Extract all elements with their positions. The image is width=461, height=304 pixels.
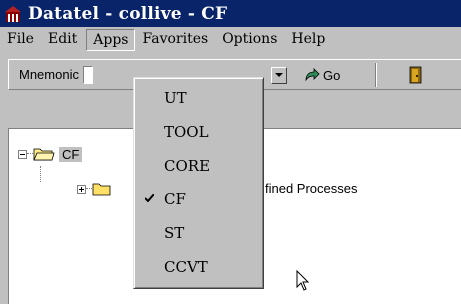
menu-options[interactable]: Options: [215, 29, 284, 50]
tree-child-label[interactable]: fined Processes: [265, 181, 358, 196]
tree-child-row[interactable]: [77, 181, 112, 197]
menu-file[interactable]: File: [0, 29, 41, 50]
go-button-label: Go: [323, 67, 341, 83]
apps-menu-label: CF: [164, 189, 186, 208]
apps-menu-item-tool[interactable]: TOOL: [134, 116, 263, 147]
tree-connector: [40, 166, 42, 182]
datatel-app-icon: [5, 5, 21, 22]
title-bar[interactable]: Datatel - collive - CF: [0, 0, 461, 27]
menu-favorites[interactable]: Favorites: [135, 29, 215, 50]
mnemonic-dropdown-button[interactable]: [271, 67, 287, 84]
menu-help[interactable]: Help: [284, 29, 332, 50]
apps-menu-item-ut[interactable]: UT: [134, 82, 263, 113]
apps-menu-item-cf[interactable]: CF: [134, 183, 263, 214]
checkmark-icon: [134, 191, 164, 206]
door-icon[interactable]: [407, 66, 425, 84]
mnemonic-label: Mnemonic: [19, 67, 79, 82]
apps-menu-label: ST: [164, 223, 185, 242]
go-button[interactable]: Go: [304, 64, 340, 86]
toolbar-separator: [375, 63, 377, 87]
apps-menu-label: CORE: [164, 156, 211, 175]
apps-menu-label: TOOL: [164, 122, 209, 141]
apps-menu-label: UT: [164, 88, 187, 107]
apps-menu-item-core[interactable]: CORE: [134, 150, 263, 181]
chevron-down-icon: [275, 73, 283, 77]
tree-root-row[interactable]: CF: [18, 146, 83, 162]
menu-edit[interactable]: Edit: [41, 29, 84, 50]
menu-apps[interactable]: Apps: [86, 28, 136, 51]
apps-menu-label: CCVT: [164, 257, 208, 276]
apps-menu-item-ccvt[interactable]: CCVT: [134, 251, 263, 282]
go-arrow-icon: [305, 68, 320, 82]
folder-icon: [92, 183, 111, 196]
mnemonic-input[interactable]: [82, 65, 93, 84]
collapse-icon[interactable]: [18, 149, 27, 159]
folder-open-icon: [33, 148, 55, 161]
tree-root-label[interactable]: CF: [59, 146, 83, 162]
apps-dropdown-menu: UT TOOL CORE CF ST CCVT: [133, 77, 264, 289]
window-title: Datatel - collive - CF: [28, 3, 228, 24]
app-window: Datatel - collive - CF File Edit Apps Fa…: [0, 0, 461, 304]
apps-menu-item-st[interactable]: ST: [134, 217, 263, 248]
menu-bar: File Edit Apps Favorites Options Help: [0, 27, 461, 52]
expand-icon[interactable]: [77, 184, 86, 194]
mouse-pointer-icon: [296, 270, 310, 291]
